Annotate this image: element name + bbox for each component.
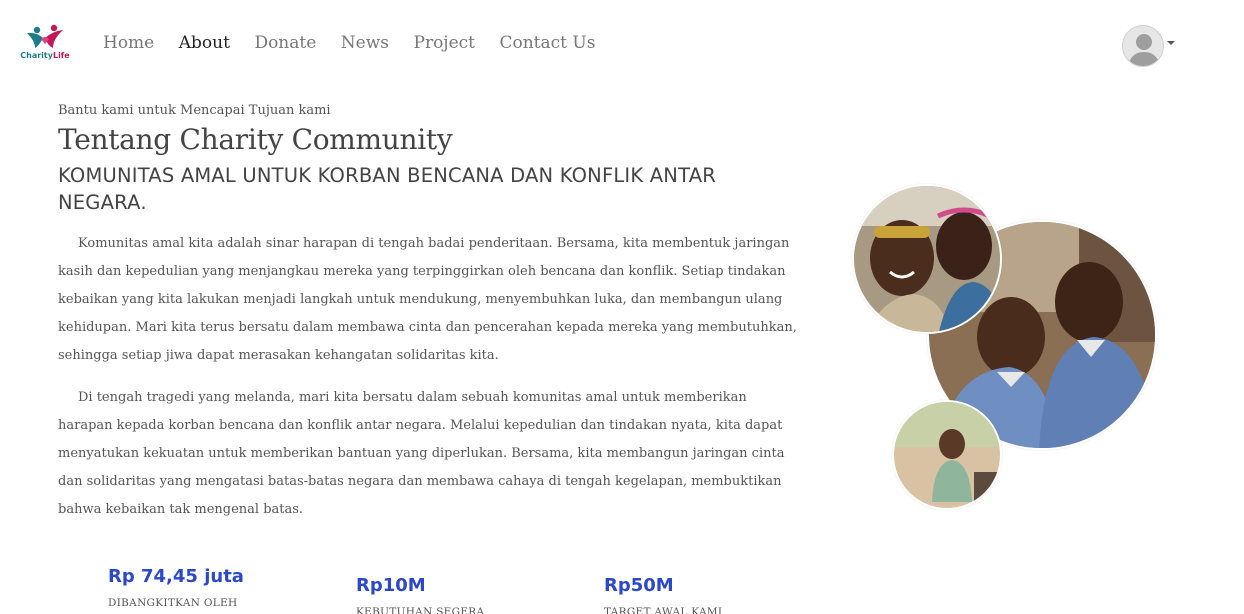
stat-raised-label: DIBANGKITKAN OLEH (108, 597, 238, 609)
photo-girls (852, 184, 1002, 334)
about-paragraph-2: Di tengah tragedi yang melanda, mari kit… (58, 390, 785, 517)
logo-text: CharityLife (18, 51, 72, 60)
stat-raised-value: Rp 74,45 juta (108, 566, 244, 587)
nav-about[interactable]: About (179, 33, 230, 53)
stat-urgent-label: KEBUTUHAN SEGERA (356, 606, 485, 614)
logo-text-charity: Charity (20, 51, 53, 60)
photo-small-girl (892, 400, 1002, 510)
donation-stats: Rp 74,45 juta DIBANGKITKAN OLEH Rp10M KE… (0, 556, 820, 614)
stat-target-value: Rp50M (604, 575, 674, 596)
photo-collage (850, 180, 1170, 520)
chevron-down-icon (1167, 41, 1175, 45)
logo-mark-icon (27, 24, 63, 48)
logo-text-life: Life (52, 51, 70, 60)
stat-urgent-value: Rp10M (356, 575, 426, 596)
about-eyebrow: Bantu kami untuk Mencapai Tujuan kami (58, 103, 331, 118)
about-section: Bantu kami untuk Mencapai Tujuan kami Te… (58, 100, 803, 524)
page-subtitle: KOMUNITAS AMAL UNTUK KORBAN BENCANA DAN … (58, 164, 716, 214)
nav-contact-us[interactable]: Contact Us (499, 33, 595, 53)
about-paragraph-1: Komunitas amal kita adalah sinar harapan… (58, 236, 797, 363)
stat-raised: Rp 74,45 juta DIBANGKITKAN OLEH (108, 566, 244, 609)
charitylife-logo[interactable]: CharityLife (18, 24, 72, 64)
nav-home[interactable]: Home (103, 33, 154, 53)
page-title: Tentang Charity Community (58, 123, 453, 156)
nav-news[interactable]: News (341, 33, 389, 53)
nav-donate[interactable]: Donate (254, 33, 316, 53)
stat-target: Rp50M TARGET AWAL KAMI (604, 575, 722, 614)
user-avatar-icon (1122, 25, 1164, 67)
navbar: CharityLife Home About Donate News Proje… (0, 0, 1244, 88)
main-nav: Home About Donate News Project Contact U… (103, 33, 620, 53)
stat-urgent: Rp10M KEBUTUHAN SEGERA (356, 575, 484, 614)
nav-project[interactable]: Project (414, 33, 475, 53)
profile-dropdown[interactable] (1122, 25, 1176, 67)
stat-target-label: TARGET AWAL KAMI (604, 606, 723, 614)
